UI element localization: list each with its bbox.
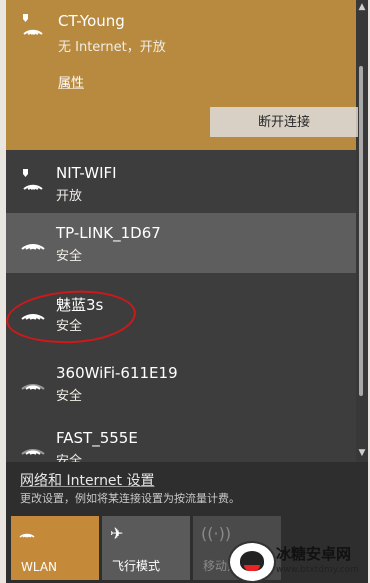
hotspot-icon: ((·)) (201, 524, 232, 543)
network-status: 开放 (56, 189, 83, 204)
network-ssid: FAST_555E (56, 429, 138, 447)
wifi-warning-icon (23, 14, 43, 35)
scrollbar[interactable]: ▲ ▼ (356, 0, 368, 462)
network-item-360wifi[interactable]: 360WiFi-611E19 安全 (6, 353, 356, 413)
scrollbar-thumb[interactable] (359, 66, 363, 396)
network-settings-link[interactable]: 网络和 Internet 设置 (20, 470, 155, 490)
scroll-up-icon[interactable]: ▲ (357, 2, 367, 12)
connected-ssid: CT-Young (58, 12, 125, 30)
network-item-nit-wifi[interactable]: NIT-WIFI 开放 (6, 153, 356, 213)
wifi-icon (21, 244, 45, 250)
scroll-down-icon[interactable]: ▼ (357, 448, 367, 458)
disconnect-button[interactable]: 断开连接 (210, 107, 358, 137)
network-settings-description: 更改设置，例如将某连接设置为按流量计费。 (20, 492, 240, 505)
wifi-icon (19, 533, 35, 538)
airplane-icon: ✈ (110, 524, 124, 543)
connected-network-item[interactable]: CT-Young 无 Internet，开放 属性 断开连接 (6, 0, 358, 150)
connected-status: 无 Internet，开放 (58, 40, 166, 55)
watermark-logo-icon (228, 541, 276, 583)
wifi-open-icon (23, 169, 43, 190)
network-ssid: TP-LINK_1D67 (56, 224, 161, 242)
network-item-tp-link[interactable]: TP-LINK_1D67 安全 (6, 213, 356, 273)
network-ssid: 360WiFi-611E19 (56, 364, 178, 382)
wlan-toggle-tile[interactable]: WLAN (11, 516, 99, 580)
network-ssid: NIT-WIFI (56, 164, 117, 182)
wifi-icon (21, 384, 45, 390)
wifi-icon (21, 449, 45, 455)
properties-link[interactable]: 属性 (58, 72, 84, 91)
wlan-label: WLAN (21, 560, 58, 574)
network-status: 安全 (56, 249, 83, 264)
watermark-name: 冰糖安卓网 (276, 545, 352, 563)
airplane-mode-label: 飞行模式 (112, 559, 161, 573)
airplane-mode-tile[interactable]: ✈ 飞行模式 (102, 516, 190, 580)
wifi-flyout-panel: CT-Young 无 Internet，开放 属性 断开连接 NIT-WIFI … (6, 0, 368, 583)
site-watermark: 冰糖安卓网 www.btxtdmy.com (228, 539, 368, 583)
watermark-url: www.btxtdmy.com (276, 565, 359, 575)
network-status: 安全 (56, 389, 83, 404)
